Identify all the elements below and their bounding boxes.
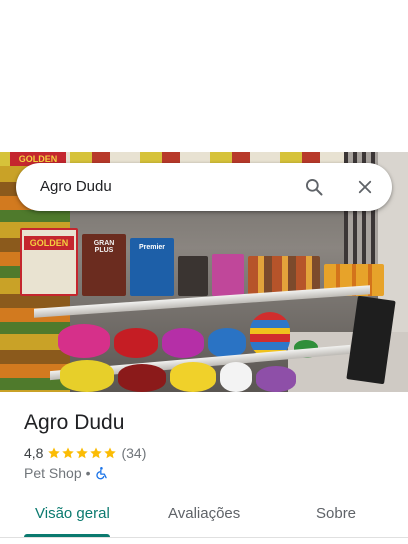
review-count[interactable]: (34)	[121, 444, 146, 462]
place-tabs: Visão geral Avaliações Sobre	[0, 494, 408, 538]
search-input[interactable]: Agro Dudu	[40, 177, 112, 197]
rating-value: 4,8	[24, 445, 44, 461]
photo-bowl-yellow-2	[170, 362, 216, 392]
rating-row[interactable]: 4,8 (34)	[24, 444, 146, 462]
category-separator: •	[85, 465, 91, 481]
star-icon	[76, 447, 89, 459]
photo-pack-premier: Premier	[130, 238, 174, 296]
star-icon	[62, 447, 75, 459]
photo-label-premier: Premier	[138, 244, 166, 251]
search-icon[interactable]	[302, 175, 326, 199]
photo-bowl-red	[114, 328, 158, 358]
photo-pack-pink	[212, 254, 244, 296]
tab-about[interactable]: Sobre	[316, 504, 356, 524]
place-title: Agro Dudu	[24, 411, 125, 434]
photo-bowl-pink	[58, 324, 110, 358]
photo-pack-dark	[178, 256, 208, 296]
place-category[interactable]: Pet Shop	[24, 464, 82, 482]
star-icon	[90, 447, 103, 459]
photo-label-golden: GOLDEN	[24, 236, 74, 250]
rating-stars	[47, 446, 117, 460]
photo-shelf-row-1: GOLDEN GRAN PLUS Premier	[20, 228, 384, 296]
tab-active-indicator	[24, 534, 110, 537]
category-row: Pet Shop •	[24, 464, 109, 482]
photo-bowl-magenta	[162, 328, 204, 358]
photo-shelf-row-3	[60, 360, 296, 392]
photo-bowl-dalmatian	[220, 362, 252, 392]
wheelchair-icon	[95, 466, 109, 480]
photo-label-granplus: GRAN PLUS	[93, 240, 115, 254]
search-box[interactable]: Agro Dudu	[16, 163, 392, 211]
photo-pack-golden: GOLDEN	[20, 228, 78, 296]
tab-overview[interactable]: Visão geral	[35, 504, 110, 524]
star-icon	[48, 447, 61, 459]
tab-reviews[interactable]: Avaliações	[168, 504, 240, 524]
star-icon	[104, 447, 117, 459]
photo-bowl-yellow	[60, 360, 114, 392]
photo-pack-granplus: GRAN PLUS	[82, 234, 126, 296]
photo-bowl-purple	[256, 366, 296, 392]
close-icon[interactable]	[353, 175, 377, 199]
photo-bowl-darkred	[118, 364, 166, 392]
